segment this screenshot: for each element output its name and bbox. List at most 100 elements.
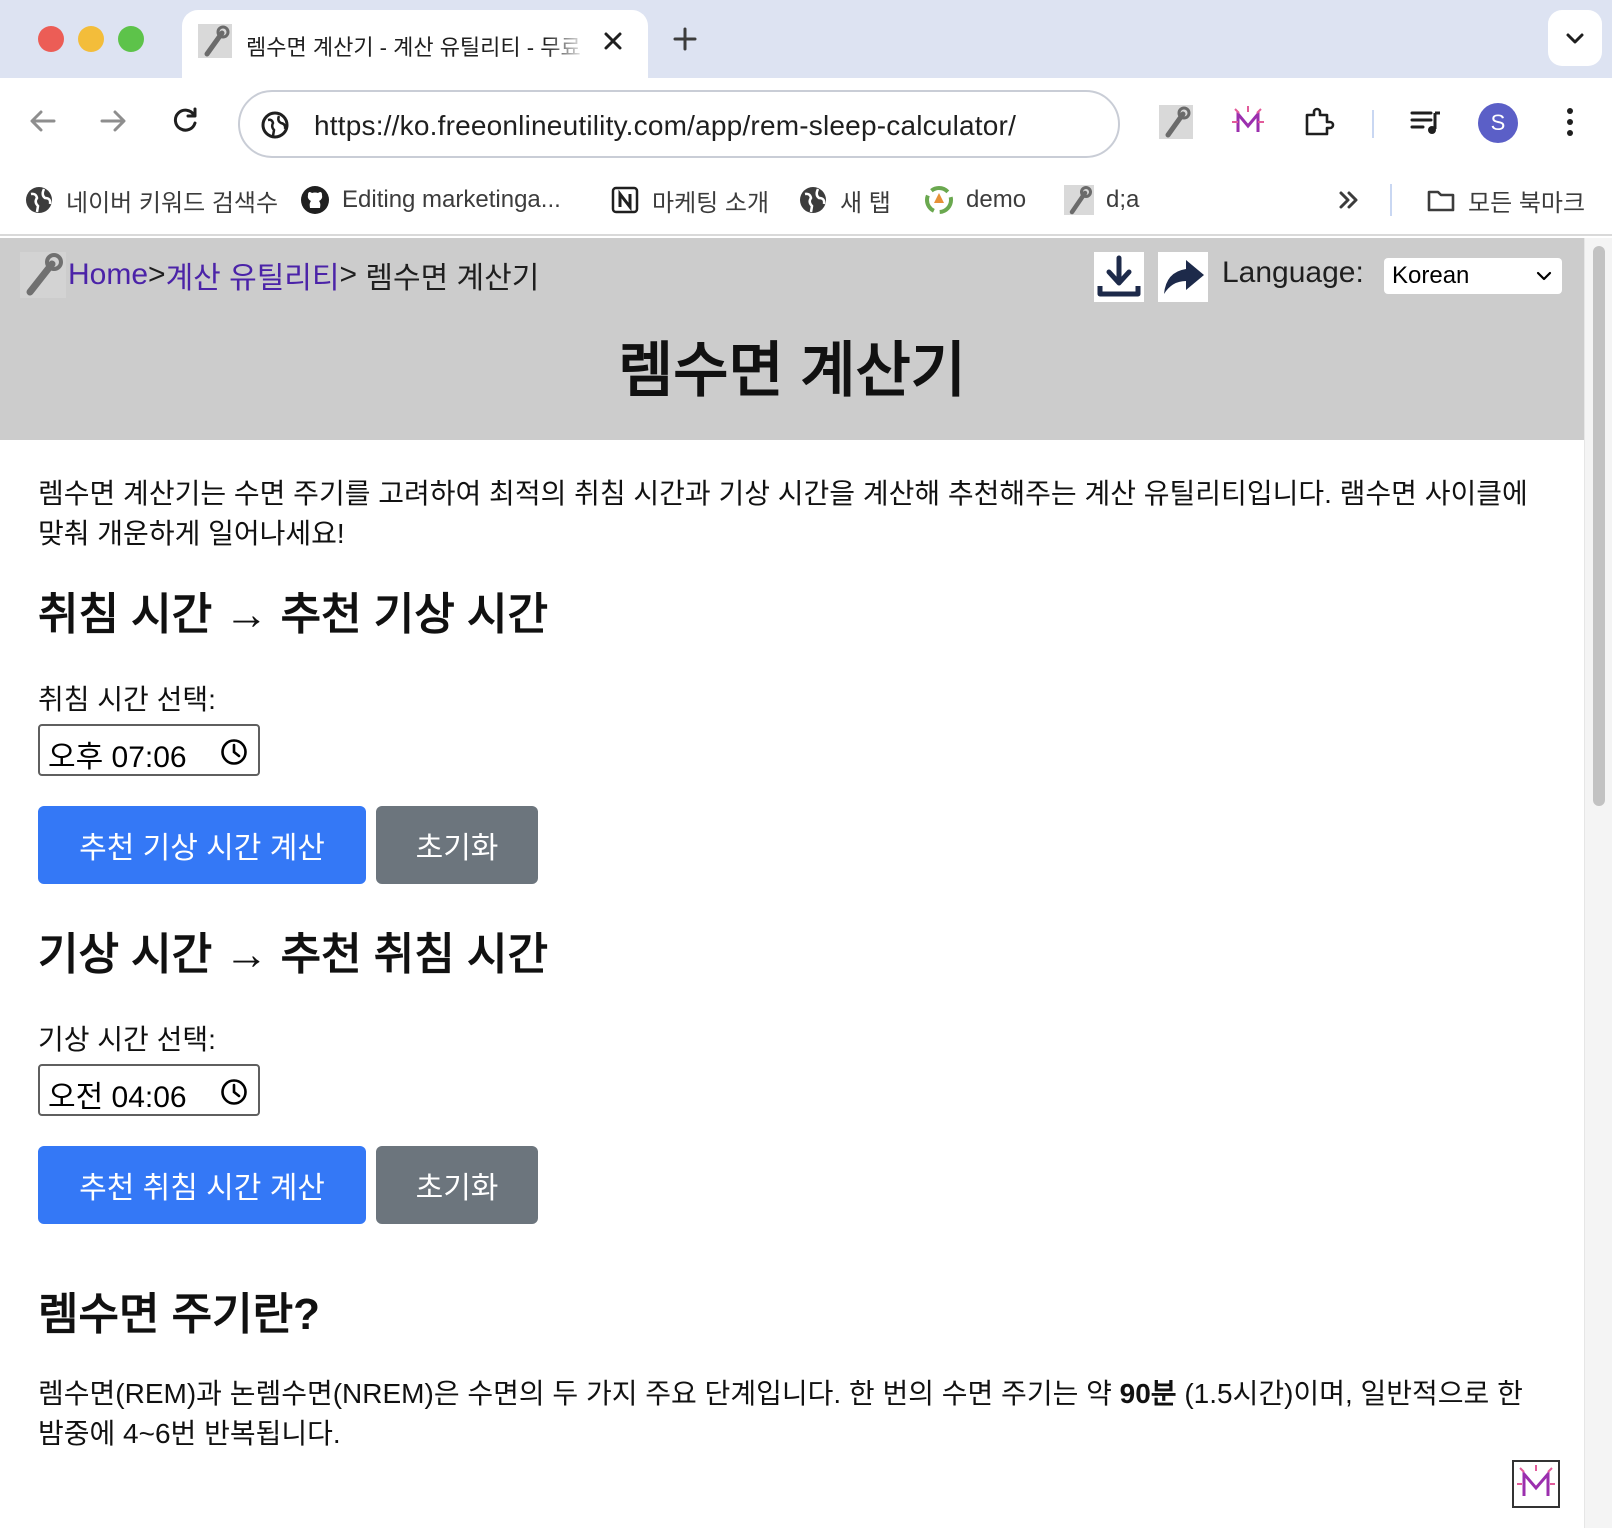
site-header: Home > 계산 유틸리티 > 렘수면 계산기 Language: Korea… [0, 238, 1584, 440]
breadcrumb: Home > 계산 유틸리티 > 렘수면 계산기 [20, 252, 539, 298]
scrollbar-thumb[interactable] [1593, 246, 1605, 806]
breadcrumb-category-link[interactable]: 계산 유틸리티 [166, 253, 340, 297]
clock-icon[interactable] [220, 738, 248, 766]
floating-m-widget[interactable] [1512, 1460, 1560, 1508]
page-title: 렘수면 계산기 [618, 337, 966, 404]
bookmark-label: demo [966, 186, 1027, 213]
chevron-down-icon [1536, 271, 1552, 281]
extensions-button[interactable] [1298, 102, 1338, 142]
reset-bedtime-button[interactable]: 초기화 [376, 806, 538, 884]
bookmark-label: 새 탭 [840, 189, 891, 217]
arrow-left-icon [30, 110, 56, 132]
minimize-window-button[interactable] [78, 26, 104, 52]
intro-text: 렘수면 계산기는 수면 주기를 고려하여 최적의 취침 시간과 기상 시간을 계… [38, 478, 1528, 549]
plus-icon [673, 27, 697, 51]
bookmark-label: 마케팅 소개 [652, 189, 770, 217]
more-bookmarks-button[interactable] [1334, 180, 1364, 220]
rem-cycle-paragraph: 렘수면(REM)과 논렘수면(NREM)은 수면의 두 가지 주요 단계입니다.… [38, 1374, 1538, 1454]
chevron-double-right-icon [1339, 191, 1358, 209]
bookmark-item[interactable]: 마케팅 소개 [610, 180, 769, 220]
bookmark-item[interactable]: Editing marketinga... [300, 180, 561, 220]
bookmark-label: d;a [1106, 186, 1140, 213]
breadcrumb-home-link[interactable]: Home [68, 258, 148, 292]
bedtime-value: 오후 07:06 [48, 741, 187, 774]
site-info-icon[interactable] [260, 110, 290, 140]
folder-icon [1427, 190, 1455, 212]
bedtime-label: 취침 시간 선택: [38, 684, 216, 715]
arrow-right-icon [100, 110, 126, 132]
toolbar-divider [1372, 110, 1374, 138]
reload-button[interactable] [164, 100, 206, 142]
bedtime-input[interactable]: 오후 07:06 [38, 724, 260, 776]
download-icon [1094, 252, 1144, 302]
notion-icon [611, 186, 639, 214]
sparkle-m-icon [1232, 106, 1264, 132]
tab-title: 렘수면 계산기 - 계산 유틸리티 - 무료 온라인 유틸리티 [246, 35, 586, 60]
paragraph-text: 렘수면(REM)과 논렘수면(NREM)은 수면의 두 가지 주요 단계입니다.… [38, 1378, 1120, 1409]
share-button[interactable] [1158, 252, 1208, 302]
reload-icon [173, 107, 197, 132]
tab-close-button[interactable] [598, 26, 628, 56]
language-select[interactable]: Korean [1384, 258, 1562, 294]
url-text: https://ko.freeonlineutility.com/app/rem… [314, 110, 1017, 141]
address-bar[interactable]: https://ko.freeonlineutility.com/app/rem… [238, 90, 1120, 158]
wrench-icon [198, 24, 232, 58]
queue-music-icon [1410, 111, 1440, 134]
section-heading-waketime: 기상 시간 → 추천 취침 시간 [38, 930, 548, 979]
chevron-down-icon [1566, 33, 1584, 44]
bookmark-item[interactable]: demo [924, 180, 1026, 220]
extension-m-button[interactable] [1228, 102, 1268, 142]
section-heading-rem-cycle: 렘수면 주기란? [38, 1290, 320, 1339]
close-icon [604, 32, 622, 50]
profile-avatar[interactable]: S [1478, 103, 1518, 143]
bookmarks-bar: 네이버 키워드 검색수 Editing marketinga... 마케팅 소개… [0, 164, 1612, 236]
download-button[interactable] [1094, 252, 1144, 302]
globe-icon [26, 187, 52, 213]
globe-icon [800, 187, 826, 213]
language-label: Language: [1222, 256, 1364, 289]
bookmark-label: Editing marketinga... [342, 186, 561, 213]
github-icon [301, 186, 329, 214]
calc-bedtime-button[interactable]: 추천 취침 시간 계산 [38, 1146, 366, 1224]
media-control-button[interactable] [1406, 102, 1446, 142]
language-select-value: Korean [1392, 262, 1470, 289]
waketime-input[interactable]: 오전 04:06 [38, 1064, 260, 1116]
waketime-label: 기상 시간 선택: [38, 1024, 216, 1055]
calc-wake-time-button[interactable]: 추천 기상 시간 계산 [38, 806, 366, 884]
maximize-window-button[interactable] [118, 26, 144, 52]
extension-wrench-button[interactable] [1156, 102, 1196, 142]
wrench-icon [1159, 105, 1193, 139]
paragraph-emphasis: 90분 [1119, 1378, 1177, 1409]
tab-search-button[interactable] [1548, 10, 1602, 66]
page-scrollbar[interactable] [1584, 238, 1612, 1528]
bookmark-label: 네이버 키워드 검색수 [66, 189, 279, 217]
all-bookmarks-label: 모든 북마크 [1468, 189, 1586, 217]
puzzle-icon [1305, 107, 1335, 136]
waketime-value: 오전 04:06 [48, 1081, 187, 1114]
more-vertical-icon [1567, 108, 1573, 136]
recycle-icon [925, 186, 953, 214]
new-tab-button[interactable] [668, 22, 702, 56]
breadcrumb-current: 렘수면 계산기 [357, 262, 540, 295]
sparkle-m-icon [1517, 1465, 1555, 1496]
breadcrumb-separator: > [148, 258, 166, 291]
section-heading-bedtime: 취침 시간 → 추천 기상 시간 [38, 590, 548, 639]
bookmark-item[interactable]: 네이버 키워드 검색수 [24, 180, 278, 220]
back-button[interactable] [22, 100, 64, 142]
browser-window: 렘수면 계산기 - 계산 유틸리티 - 무료 온라인 유틸리티 ht [0, 0, 1612, 1528]
wrench-icon [1064, 185, 1094, 215]
bookmarks-divider [1390, 184, 1392, 216]
breadcrumb-separator: > [339, 258, 358, 291]
reset-waketime-button[interactable]: 초기화 [376, 1146, 538, 1224]
page-viewport: Home > 계산 유틸리티 > 렘수면 계산기 Language: Korea… [0, 238, 1612, 1528]
browser-toolbar: https://ko.freeonlineutility.com/app/rem… [0, 78, 1612, 164]
forward-button[interactable] [92, 100, 134, 142]
active-tab[interactable]: 렘수면 계산기 - 계산 유틸리티 - 무료 온라인 유틸리티 [182, 10, 648, 78]
close-window-button[interactable] [38, 26, 64, 52]
all-bookmarks-button[interactable]: 모든 북마크 [1426, 180, 1585, 220]
clock-icon[interactable] [220, 1078, 248, 1106]
browser-menu-button[interactable] [1550, 102, 1590, 142]
tab-strip: 렘수면 계산기 - 계산 유틸리티 - 무료 온라인 유틸리티 [0, 0, 1612, 78]
bookmark-item[interactable]: 새 탭 [798, 180, 891, 220]
bookmark-item[interactable]: d;a [1064, 180, 1139, 220]
